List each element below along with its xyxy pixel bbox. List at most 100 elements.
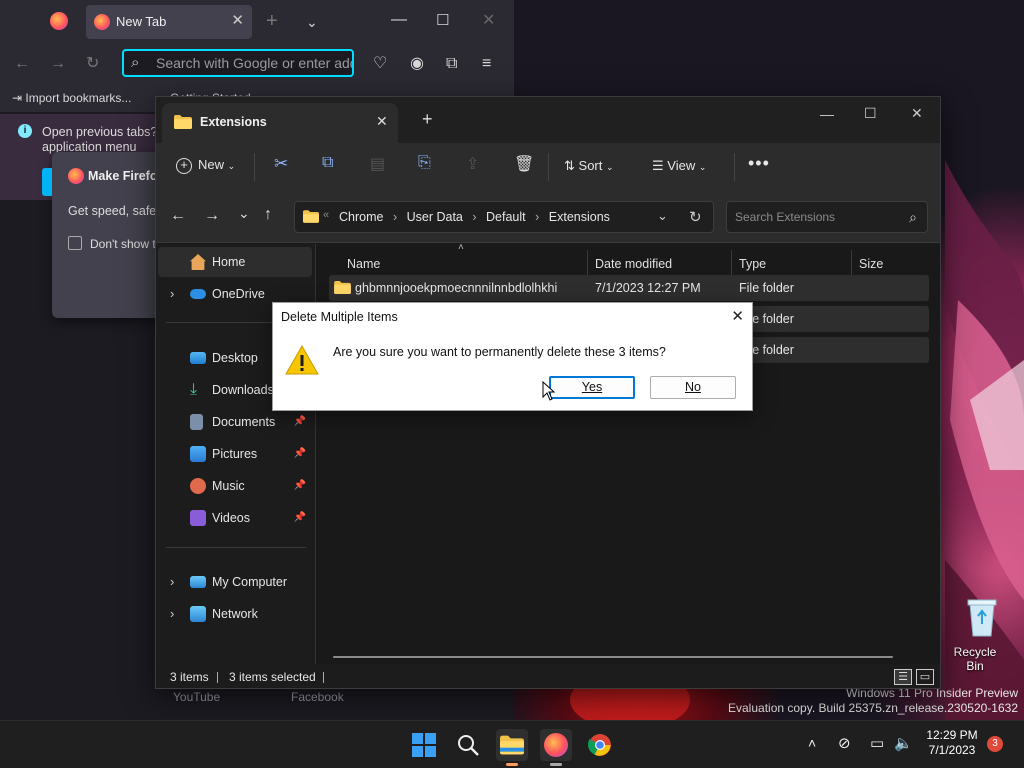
explorer-minimize-icon[interactable]: — [820,106,834,122]
network-offline-icon[interactable]: ⊘ [838,734,851,752]
more-options-icon[interactable]: ••• [748,153,770,174]
pocket-icon[interactable]: ♡ [373,56,387,72]
cut-icon[interactable]: ✂ [274,154,288,174]
overflow-chevron-icon[interactable]: « [323,209,329,221]
paste-icon[interactable]: ▤ [370,154,385,174]
breadcrumb-chrome[interactable]: Chrome [339,210,383,224]
forward-arrow-icon[interactable]: → [204,207,220,225]
breadcrumb-separator-icon: › [472,210,477,224]
firefox-logo-icon[interactable] [50,12,68,30]
recycle-bin-label: Recycle Bin [953,645,997,673]
refresh-icon[interactable]: ↻ [689,208,702,226]
no-button[interactable]: No [650,376,736,399]
pin-icon[interactable]: 📌 [294,471,306,501]
delete-icon[interactable]: 🗑 [514,154,534,174]
table-row[interactable]: ghbmnnjooekpmoecnnnilnnbdlolhkhi 7/1/202… [329,275,929,301]
nav-item-documents[interactable]: Documents 📌 [158,407,312,437]
row-name: ghbmnnjooekpmoecnnnilnnbdlolhkhi [355,281,558,295]
firefox-new-tab-icon[interactable]: + [266,11,278,31]
display-icon[interactable]: ▭ [870,734,884,752]
pin-icon[interactable]: 📌 [294,503,306,533]
import-bookmarks-link[interactable]: ⇥ Import bookmarks... [12,91,131,105]
explorer-close-icon[interactable]: ✕ [911,105,923,122]
new-button[interactable]: + New ⌄ [176,157,235,174]
firefox-tab-new-tab[interactable]: New Tab ✕ [86,5,252,39]
popup-primary-button-edge[interactable] [42,168,52,196]
firefox-url-bar[interactable]: ⌕ Search with Google or enter add [122,49,354,77]
watermark-line2: Evaluation copy. Build 25375.zn_release.… [728,701,1018,715]
pin-icon[interactable]: 📌 [294,439,306,469]
column-header-name[interactable]: Name [347,252,380,276]
dialog-close-icon[interactable]: ✕ [731,307,744,325]
nav-separator [166,547,306,548]
start-button[interactable] [408,729,440,761]
reload-icon[interactable]: ↻ [86,56,99,72]
account-icon[interactable]: ◉ [410,56,424,72]
taskbar-chrome[interactable] [584,729,616,761]
view-button[interactable]: ☰ View ⌄ [652,158,706,174]
taskbar-search-icon [458,735,479,756]
taskbar-search-button[interactable] [452,729,484,761]
sort-button[interactable]: ⇅ Sort ⌄ [564,158,614,174]
address-dropdown-icon[interactable]: ⌄ [657,208,668,224]
rename-icon[interactable]: ⎘ [418,154,431,172]
back-arrow-icon[interactable]: ← [170,207,186,225]
share-icon[interactable]: ⇪ [466,154,479,174]
firefox-minimize-icon[interactable]: — [391,12,407,28]
nav-item-videos[interactable]: Videos 📌 [158,503,312,533]
taskbar-firefox[interactable] [540,729,572,766]
extensions-icon[interactable]: ⧉ [446,56,457,72]
clock[interactable]: 12:29 PM 7/1/2023 [918,728,986,758]
column-divider[interactable] [731,250,732,276]
recycle-bin[interactable]: Recycle Bin [944,596,1006,673]
nav-item-pictures[interactable]: Pictures 📌 [158,439,312,469]
column-divider[interactable] [587,250,588,276]
menu-icon[interactable]: ≡ [482,56,491,72]
expand-chevron-icon[interactable]: › [170,567,174,597]
popup-checkbox[interactable] [68,236,82,250]
volume-icon[interactable]: 🔈 [894,734,913,752]
forward-icon[interactable]: → [50,56,66,72]
horizontal-scrollbar[interactable] [333,656,893,658]
search-input[interactable]: Search Extensions ⌕ [726,201,928,233]
taskbar-file-explorer[interactable] [496,729,528,766]
explorer-maximize-icon[interactable]: ☐ [864,105,877,122]
expand-chevron-icon[interactable]: › [170,599,174,629]
nav-item-music[interactable]: Music 📌 [158,471,312,501]
firefox-maximize-icon[interactable]: ☐ [436,13,449,29]
notification-badge[interactable]: 3 [987,736,1003,752]
nav-item-network[interactable]: › Network [158,599,312,629]
nav-item-my-computer[interactable]: › My Computer [158,567,312,597]
firefox-tab-list-icon[interactable]: ⌄ [306,14,318,30]
column-divider[interactable] [851,250,852,276]
explorer-tab-close-icon[interactable]: ✕ [376,113,388,130]
show-hidden-icons[interactable]: ˄ [808,735,816,751]
explorer-new-tab-icon[interactable]: + [422,109,433,130]
details-view-icon[interactable]: ☰ [894,669,912,685]
explorer-tab-extensions[interactable]: Extensions ✕ [162,103,398,143]
tiles-view-icon[interactable]: ▭ [916,669,934,685]
breadcrumb-extensions[interactable]: Extensions [549,210,610,224]
expand-chevron-icon[interactable]: › [170,279,174,309]
breadcrumb-user-data[interactable]: User Data [407,210,463,224]
back-icon[interactable]: ← [14,56,30,72]
column-header-type[interactable]: Type [739,252,766,276]
column-header-size[interactable]: Size [859,252,883,276]
shortcut-youtube[interactable]: YouTube [173,690,220,704]
nav-item-home[interactable]: Home [158,247,312,277]
popup-title: Make Firefox [88,169,165,183]
breadcrumb-default[interactable]: Default [486,210,526,224]
search-icon: ⌕ [131,54,140,71]
info-icon: i [18,124,32,138]
copy-icon[interactable]: ⧉ [322,154,333,172]
address-bar[interactable]: « Chrome › User Data › Default › Extensi… [294,201,714,233]
firefox-close-icon[interactable]: ✕ [482,13,495,29]
up-arrow-icon[interactable]: ↑ [264,206,272,224]
firefox-tab-close-icon[interactable]: ✕ [231,11,244,29]
shortcut-facebook[interactable]: Facebook [291,690,344,704]
yes-button[interactable]: Yes [549,376,635,399]
pin-icon[interactable]: 📌 [294,407,306,437]
desktop-icon [190,352,206,364]
column-header-date[interactable]: Date modified [595,252,672,276]
recent-locations-icon[interactable]: ⌄ [238,205,250,222]
